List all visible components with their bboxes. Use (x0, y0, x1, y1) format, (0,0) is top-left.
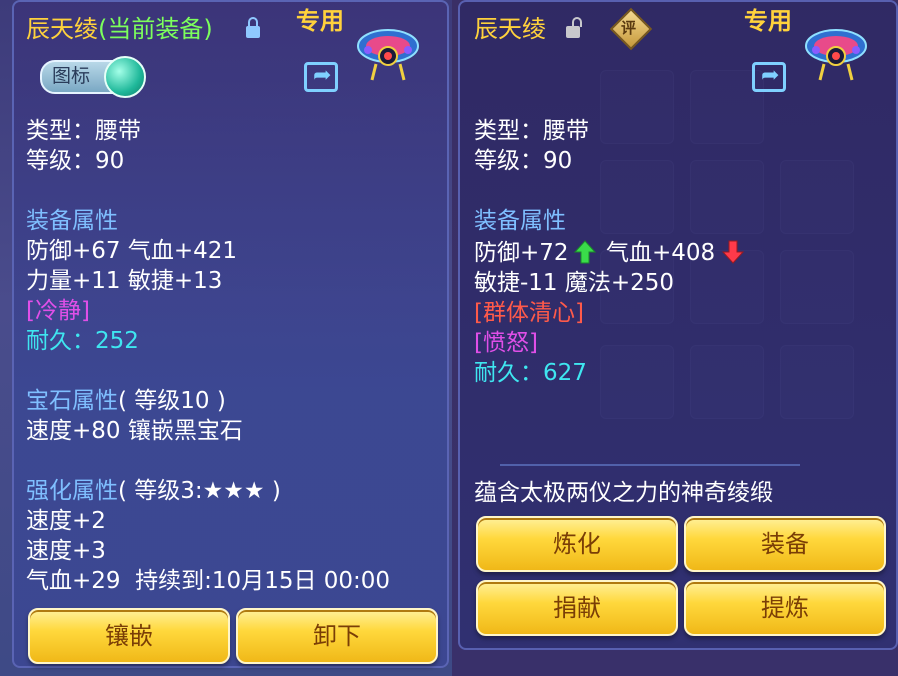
unlock-icon[interactable] (566, 17, 582, 38)
special-effect: [愤怒] (474, 330, 538, 356)
strengthen-level: ( 等级3:★★★ ) (118, 478, 281, 504)
icon-toggle-label: 图标 (52, 65, 91, 87)
share-icon[interactable]: ➦ (304, 62, 338, 92)
gem-attr-title: 宝石属性 (26, 388, 118, 414)
attr-line-defense: 防御+72 (474, 240, 569, 266)
strengthen-line: 气血+29 持续到:10月15日 00:00 (26, 568, 391, 594)
attr-line: 防御+67 气血+421 (26, 238, 238, 264)
toggle-knob-icon (104, 56, 146, 98)
item-type: 类型：腰带 (474, 118, 589, 144)
attr-line: 力量+11 敏捷+13 (26, 268, 223, 294)
gem-attr-line: 宝石属性( 等级10 ) (26, 386, 226, 416)
inlay-button[interactable]: 镶嵌 (28, 608, 230, 664)
rating-badge-label: 评 (621, 19, 637, 37)
strengthen-line: 速度+2 (26, 508, 106, 534)
item-name: 辰天绫(当前装备) (26, 15, 213, 43)
durability: 耐久：627 (474, 360, 587, 386)
strengthen-attr-line: 强化属性( 等级3:★★★ ) (26, 476, 281, 506)
item-type: 类型：腰带 (26, 118, 141, 144)
item-name: 辰天绫 (474, 15, 546, 43)
special-effect: [冷静] (26, 298, 90, 324)
strengthen-expiry: 持续到:10月15日 00:00 (135, 568, 391, 594)
attr-line-hp: 气血+408 (606, 240, 716, 266)
share-icon[interactable]: ➦ (752, 62, 786, 92)
item-level: 等级：90 (26, 148, 125, 174)
belt-item-icon (357, 29, 419, 81)
refine-button[interactable]: 炼化 (476, 516, 678, 572)
gem-level: ( 等级10 ) (118, 388, 226, 414)
equip-attr-title: 装备属性 (26, 208, 118, 234)
lock-icon[interactable] (246, 17, 260, 38)
equipped-item-tooltip: 辰天绫(当前装备) 专用 图标 ➦ 类型：腰带 等级：90 装备属性 防御+67… (12, 0, 449, 668)
item-description: 蕴含太极两仪之力的神奇绫缎 (474, 480, 773, 506)
equip-attr-title: 装备属性 (474, 208, 566, 234)
attr-line: 敏捷-11 魔法+250 (474, 270, 675, 296)
icon-toggle[interactable]: 图标 (40, 56, 146, 98)
item-level: 等级：90 (474, 148, 573, 174)
donate-button[interactable]: 捐献 (476, 580, 678, 636)
exclusive-label: 专用 (744, 7, 792, 35)
equipped-tag: (当前装备) (98, 15, 213, 43)
strengthen-attr-title: 强化属性 (26, 478, 118, 504)
exclusive-label: 专用 (296, 7, 344, 35)
arrow-down-icon (722, 240, 744, 264)
compare-item-tooltip: 辰天绫 评 专用 ➦ 类型：腰带 等级：90 装备属性 防御+72 气血+408… (458, 0, 898, 650)
gem-line: 速度+80 镶嵌黑宝石 (26, 418, 243, 444)
unequip-button[interactable]: 卸下 (236, 608, 438, 664)
arrow-up-icon (574, 240, 596, 264)
extract-button[interactable]: 提炼 (684, 580, 886, 636)
durability: 耐久：252 (26, 328, 139, 354)
strengthen-line: 速度+3 (26, 538, 106, 564)
equip-button[interactable]: 装备 (684, 516, 886, 572)
divider (500, 464, 800, 466)
special-effect: [群体清心] (474, 300, 584, 326)
belt-item-icon (805, 29, 867, 81)
